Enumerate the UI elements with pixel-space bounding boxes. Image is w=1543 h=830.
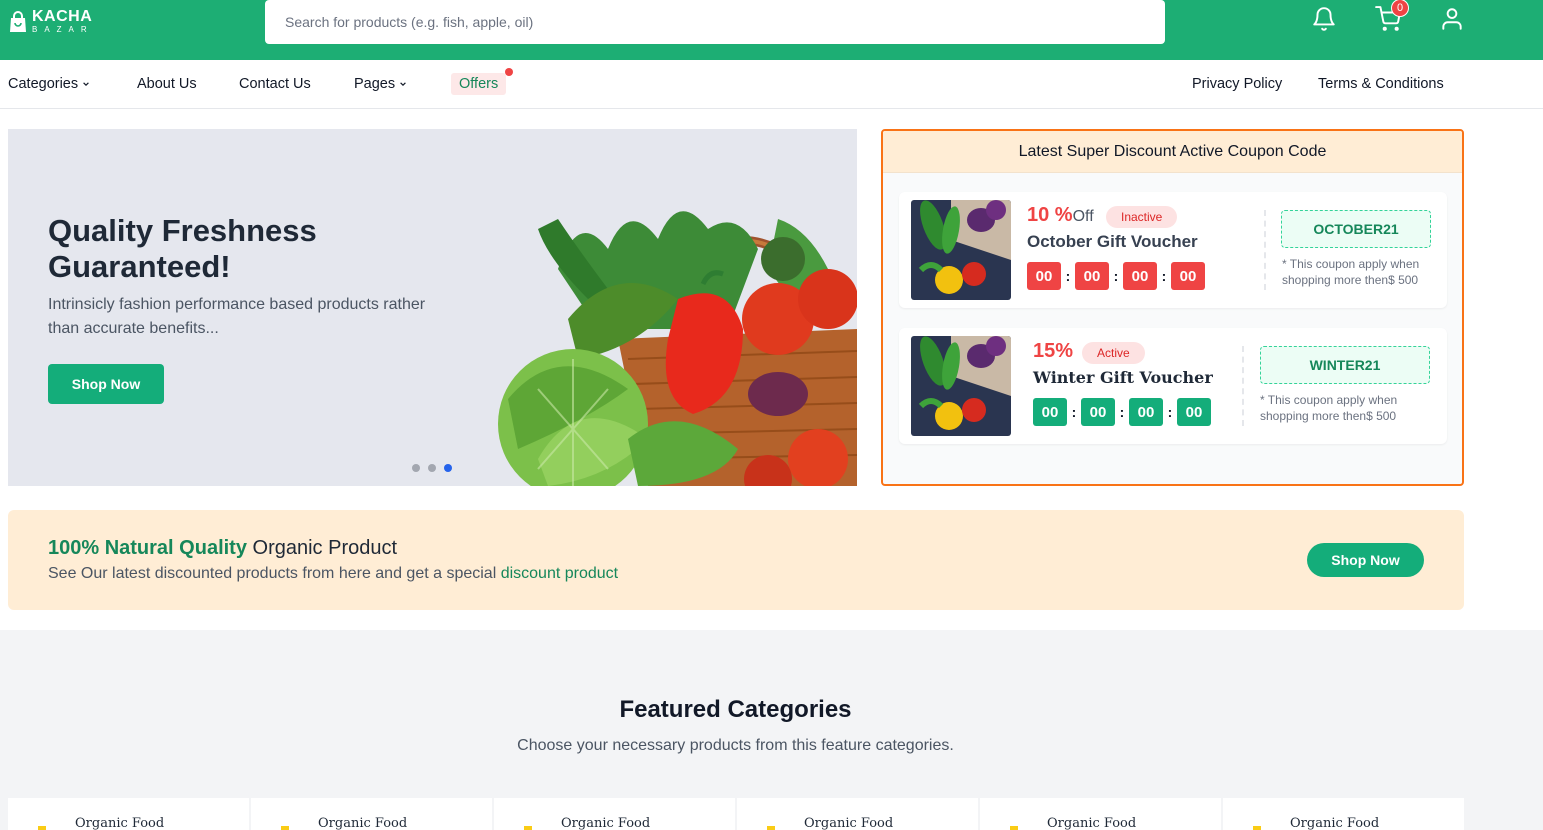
countdown-seconds: 00	[1171, 262, 1205, 290]
featured-subtitle: Choose your necessary products from this…	[517, 737, 954, 754]
chevron-down-icon	[400, 82, 406, 87]
vegetable-basket-image	[498, 211, 857, 486]
category-card[interactable]: Organic Food	[251, 798, 492, 830]
coupon-note: * This coupon apply when shopping more t…	[1282, 257, 1420, 287]
countdown-separator: :	[1113, 268, 1119, 284]
coupon-code[interactable]: OCTOBER21	[1281, 210, 1431, 248]
coupon-name: October Gift Voucher	[1027, 232, 1198, 251]
search-bar	[265, 0, 1165, 44]
category-label: Organic Food	[804, 816, 894, 830]
countdown-days: 00	[1033, 398, 1067, 426]
category-icon	[1010, 826, 1018, 830]
category-card[interactable]: Organic Food	[8, 798, 249, 830]
coupon-divider	[1264, 210, 1266, 290]
brand-name: KACHA	[32, 8, 93, 25]
search-input[interactable]	[285, 14, 1165, 30]
category-label: Organic Food	[561, 816, 651, 830]
shopping-bag-icon	[10, 11, 26, 32]
category-card[interactable]: Organic Food	[980, 798, 1221, 830]
top-header: KACHA BAZAR 0	[0, 0, 1543, 60]
nav-offers[interactable]: Offers	[451, 73, 507, 95]
category-label: Organic Food	[75, 816, 165, 830]
countdown-hours: 00	[1081, 398, 1115, 426]
coupon-name: Winter Gift Voucher	[1033, 368, 1213, 387]
nav-categories-label: Categories	[8, 76, 79, 92]
countdown-separator: :	[1065, 268, 1071, 284]
coupon-note: * This coupon apply when shopping more t…	[1260, 393, 1398, 423]
peppers-image	[911, 200, 1011, 300]
countdown-seconds: 00	[1177, 398, 1211, 426]
coupon-discount: 10 %Off	[1027, 204, 1094, 227]
coupon-discount: 15%	[1033, 340, 1073, 363]
countdown-minutes: 00	[1123, 262, 1157, 290]
coupon-card: 15% Active Winter Gift Voucher 00 : 00 :…	[899, 328, 1447, 444]
bell-icon[interactable]	[1311, 6, 1337, 32]
countdown-separator: :	[1161, 268, 1167, 284]
countdown-minutes: 00	[1129, 398, 1163, 426]
coupon-status-badge: Inactive	[1106, 206, 1178, 228]
category-icon	[281, 826, 289, 830]
peppers-image	[911, 336, 1011, 436]
featured-categories-section: Featured Categories Choose your necessar…	[0, 630, 1543, 830]
coupon-countdown: 00 : 00 : 00 : 00	[1033, 398, 1211, 426]
promo-discount-link[interactable]: discount product	[501, 565, 618, 582]
nav-categories[interactable]: Categories	[8, 76, 90, 92]
promo-title-rest: Organic Product	[246, 537, 398, 559]
hero-title: Quality Freshness Guaranteed!	[48, 213, 317, 284]
hero-shop-now-button[interactable]: Shop Now	[48, 364, 164, 404]
category-label: Organic Food	[1047, 816, 1137, 830]
slider-dot-active[interactable]	[444, 464, 452, 472]
promo-subtitle: See Our latest discounted products from …	[48, 565, 618, 583]
cart-count-badge: 0	[1391, 0, 1409, 17]
offers-notification-dot	[505, 68, 513, 76]
category-card[interactable]: Organic Food	[1223, 798, 1464, 830]
category-icon	[1253, 826, 1261, 830]
nav-terms[interactable]: Terms & Conditions	[1318, 76, 1444, 92]
promo-title-highlight: 100% Natural Quality	[48, 537, 247, 559]
promo-subtitle-text: See Our latest discounted products from …	[48, 565, 501, 582]
hero-subtitle: Intrinsicly fashion performance based pr…	[48, 296, 426, 337]
promo-shop-now-button[interactable]: Shop Now	[1307, 543, 1424, 577]
coupon-code[interactable]: WINTER21	[1260, 346, 1430, 384]
category-icon	[524, 826, 532, 830]
slider-dot[interactable]	[428, 464, 436, 472]
user-icon[interactable]	[1439, 6, 1465, 32]
nav-about[interactable]: About Us	[137, 76, 197, 92]
nav-contact[interactable]: Contact Us	[239, 76, 311, 92]
promo-title: 100% Natural Quality Organic Product	[48, 537, 397, 560]
category-card[interactable]: Organic Food	[737, 798, 978, 830]
coupon-divider	[1242, 346, 1244, 426]
category-card[interactable]: Organic Food	[494, 798, 735, 830]
logo[interactable]: KACHA BAZAR	[8, 9, 94, 34]
category-list: Organic Food Organic Food Organic Food O…	[8, 798, 1464, 830]
nav-privacy-policy[interactable]: Privacy Policy	[1192, 76, 1282, 92]
countdown-separator: :	[1071, 404, 1077, 420]
coupon-off-label: Off	[1072, 208, 1094, 225]
slider-dot[interactable]	[412, 464, 420, 472]
nav-pages[interactable]: Pages	[354, 76, 407, 92]
countdown-hours: 00	[1075, 262, 1109, 290]
nav-pages-label: Pages	[354, 76, 396, 92]
featured-title: Featured Categories	[619, 696, 852, 723]
countdown-separator: :	[1167, 404, 1173, 420]
coupon-percent: 10 %	[1027, 204, 1073, 226]
category-icon	[38, 826, 46, 830]
coupon-panel-heading: Latest Super Discount Active Coupon Code	[883, 131, 1462, 173]
brand-tagline: BAZAR	[32, 25, 94, 34]
category-label: Organic Food	[318, 816, 408, 830]
hero-slider: Quality Freshness Guaranteed! Intrinsicl…	[8, 129, 857, 486]
main-nav: Categories About Us Contact Us Pages Off…	[0, 60, 1543, 109]
countdown-days: 00	[1027, 262, 1061, 290]
coupon-panel: Latest Super Discount Active Coupon Code…	[881, 129, 1464, 486]
category-icon	[767, 826, 775, 830]
promo-banner: 100% Natural Quality Organic Product See…	[8, 510, 1464, 610]
coupon-status-badge: Active	[1082, 342, 1145, 364]
coupon-percent: 15%	[1033, 340, 1074, 362]
coupon-card: 10 %Off Inactive October Gift Voucher 00…	[899, 192, 1447, 308]
coupon-countdown: 00 : 00 : 00 : 00	[1027, 262, 1205, 290]
slider-dots	[412, 464, 452, 472]
category-label: Organic Food	[1290, 816, 1380, 830]
chevron-down-icon	[83, 82, 89, 87]
countdown-separator: :	[1119, 404, 1125, 420]
